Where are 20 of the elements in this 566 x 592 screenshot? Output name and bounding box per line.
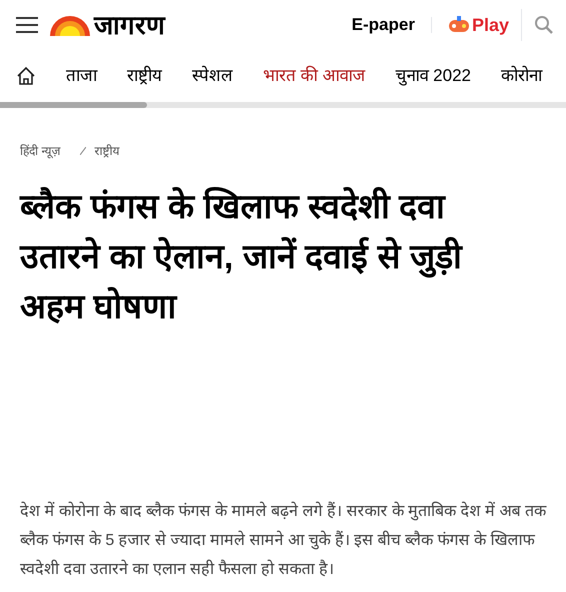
nav-tab[interactable]: स्पेशल — [192, 63, 233, 89]
play-link[interactable]: Play — [472, 12, 509, 38]
nav-tab[interactable]: राष्ट्रीय — [127, 63, 162, 89]
epaper-link[interactable]: E-paper — [352, 12, 415, 38]
nav-tab[interactable]: कोरोना — [501, 63, 542, 89]
sun-logo-icon — [50, 14, 90, 36]
logo-text[interactable]: जागरण — [94, 12, 165, 38]
game-controller-icon — [448, 15, 470, 35]
home-icon[interactable] — [16, 66, 36, 86]
nav-tab[interactable]: भारत की आवाज — [263, 63, 366, 89]
nav-tab[interactable]: चुनाव 2022 — [395, 63, 471, 89]
nav-tab[interactable]: ताजा — [66, 63, 97, 89]
article-headline: ब्लैक फंगस के खिलाफ स्वदेशी दवा उतारने का ऐलान, जानें दवाई से जुड़ी अहम घोषणा — [20, 186, 464, 328]
separator-icon — [80, 147, 86, 155]
breadcrumb-link[interactable]: हिंदी न्यूज़ — [20, 142, 60, 160]
search-icon[interactable] — [534, 15, 554, 35]
menu-icon[interactable] — [16, 17, 38, 33]
breadcrumb-link[interactable]: राष्ट्रीय — [94, 142, 120, 160]
article-summary: देश में कोरोना के बाद ब्लैक फंगस के मामले बढ़ने लगे हैं। सरकार के मुताबिक देश में अब तक ब्लैक फंगस के 5 हजार से ज्यादा मामले सामने आ चुके हैं। इस बीच ब्लैक फंगस के खिलाफ स्वदेशी दवा उतारने का एलान सही फैसला हो सकता है। — [20, 500, 546, 580]
scrollbar-thumb[interactable] — [0, 102, 147, 108]
